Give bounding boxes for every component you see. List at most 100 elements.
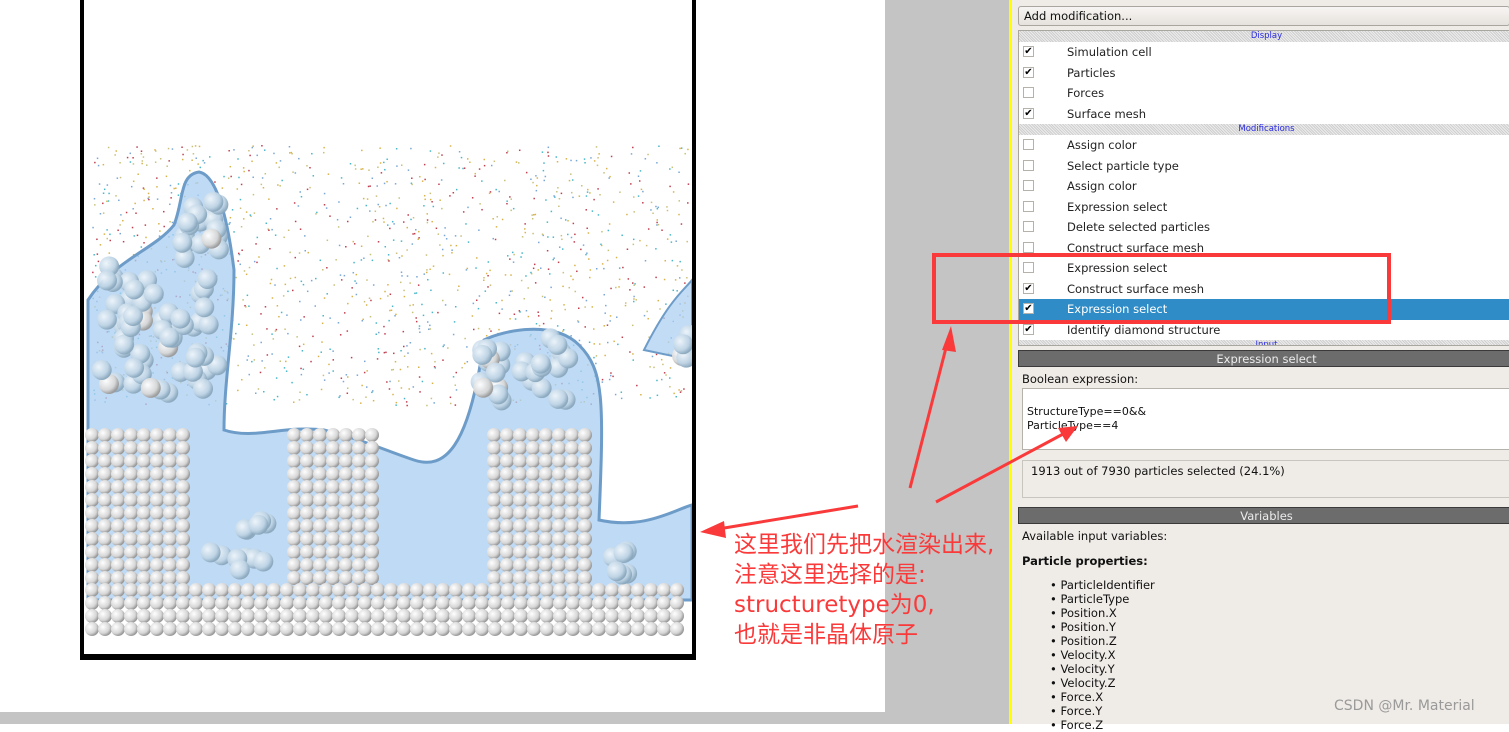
- gas-particle: [339, 395, 341, 397]
- crystal-atom: [592, 583, 606, 597]
- gas-particle: [626, 248, 629, 250]
- crystal-atom: [514, 609, 528, 623]
- crystal-atom: [500, 480, 514, 494]
- gas-particle: [377, 203, 379, 206]
- checkbox[interactable]: ✔: [1023, 323, 1034, 335]
- display-item[interactable]: ✔ Simulation cell: [1019, 42, 1509, 63]
- gas-particle: [442, 345, 444, 348]
- modifier-item[interactable]: Assign color: [1019, 135, 1509, 156]
- display-item[interactable]: ✔ Particles: [1019, 63, 1509, 84]
- gas-particle: [400, 240, 403, 242]
- checkbox[interactable]: [1023, 262, 1034, 273]
- gas-particle: [314, 305, 317, 307]
- gas-particle: [437, 156, 439, 158]
- modifier-item[interactable]: ✔ Identify diamond structure: [1019, 320, 1509, 341]
- gas-particle: [523, 297, 525, 300]
- annotation-line: 注意这里选择的是:: [734, 562, 926, 588]
- checkbox[interactable]: [1023, 221, 1034, 232]
- checkbox[interactable]: ✔: [1023, 282, 1034, 294]
- checkbox[interactable]: ✔: [1023, 303, 1034, 314]
- modifier-item[interactable]: Delete selected particles: [1019, 217, 1509, 238]
- crystal-atom: [605, 596, 619, 610]
- gas-particle: [395, 401, 398, 404]
- gas-particle: [626, 213, 628, 216]
- command-panel: Add modification... Display ✔ Simulation …: [1012, 0, 1509, 732]
- gas-particle: [412, 233, 414, 235]
- crystal-atom: [313, 545, 327, 559]
- variable-item: Velocity.Y: [1050, 662, 1155, 676]
- gas-particle: [539, 267, 542, 269]
- gas-particle: [525, 309, 528, 312]
- modifier-item[interactable]: Construct surface mesh: [1019, 238, 1509, 259]
- expression-input[interactable]: StructureType==0&& ParticleType==4: [1022, 388, 1509, 450]
- crystal-atom: [163, 519, 177, 533]
- gas-particle: [642, 190, 644, 193]
- checkbox[interactable]: [1023, 200, 1034, 212]
- crystal-atom: [150, 532, 164, 546]
- crystal-atom: [526, 467, 540, 481]
- crystal-atom: [565, 454, 579, 468]
- gas-particle: [289, 277, 292, 280]
- checkbox[interactable]: [1023, 180, 1034, 191]
- gas-particle: [418, 230, 420, 233]
- checkbox[interactable]: ✔: [1023, 66, 1034, 78]
- crystal-atom: [578, 571, 592, 585]
- crystal-atom: [150, 493, 164, 507]
- gas-particle: [395, 313, 397, 316]
- gas-particle: [467, 241, 470, 243]
- gas-particle: [347, 302, 349, 305]
- gas-particle: [299, 228, 302, 230]
- gas-particle: [603, 325, 606, 327]
- gas-particle: [228, 223, 230, 225]
- modifier-item[interactable]: Assign color: [1019, 176, 1509, 197]
- modifier-item[interactable]: Expression select: [1019, 197, 1509, 218]
- modifier-item[interactable]: Expression select: [1019, 258, 1509, 279]
- gas-particle: [323, 146, 325, 149]
- crystal-atom: [150, 441, 164, 455]
- display-item[interactable]: ✔ Surface mesh: [1019, 104, 1509, 125]
- checkbox[interactable]: [1023, 159, 1034, 171]
- gas-particle: [229, 221, 231, 224]
- gas-particle: [595, 355, 598, 357]
- checkbox[interactable]: ✔: [1023, 107, 1034, 119]
- checkbox[interactable]: [1023, 241, 1034, 253]
- gas-particle: [396, 207, 398, 210]
- crystal-atom: [326, 441, 340, 455]
- display-item[interactable]: Forces: [1019, 83, 1509, 104]
- crystal-atom: [487, 428, 501, 442]
- gas-particle: [481, 208, 483, 211]
- gas-particle: [604, 312, 606, 314]
- modifier-item[interactable]: ✔ Expression select: [1019, 299, 1509, 320]
- gas-particle: [389, 309, 391, 312]
- gas-particle: [306, 290, 309, 293]
- crystal-atom: [98, 622, 112, 636]
- gas-particle: [298, 345, 301, 348]
- gas-particle: [678, 277, 681, 279]
- gas-particle: [489, 269, 491, 272]
- gas-particle: [408, 388, 410, 390]
- gas-particle: [544, 296, 546, 299]
- crystal-atom: [176, 571, 190, 585]
- gas-particle: [256, 261, 258, 264]
- modifier-item[interactable]: ✔ Construct surface mesh: [1019, 279, 1509, 300]
- modification-pipeline-list[interactable]: Display ✔ Simulation cell ✔ Particles Forces…: [1018, 30, 1509, 346]
- checkbox[interactable]: [1023, 87, 1034, 98]
- crystal-atom: [352, 519, 366, 533]
- gas-particle: [589, 276, 591, 279]
- add-modification-dropdown[interactable]: Add modification...: [1018, 6, 1509, 26]
- gas-particle: [409, 304, 411, 307]
- crystal-atom: [111, 532, 125, 546]
- water-molecule: [198, 314, 219, 335]
- crystal-atom: [526, 519, 540, 533]
- checkbox[interactable]: ✔: [1023, 46, 1034, 57]
- checkbox[interactable]: [1023, 139, 1034, 150]
- crystal-atom: [527, 609, 541, 623]
- crystal-atom: [565, 571, 579, 585]
- gas-particle: [556, 161, 559, 163]
- gas-particle: [252, 193, 255, 196]
- modifier-item[interactable]: Select particle type: [1019, 156, 1509, 177]
- crystal-atom: [384, 583, 398, 597]
- gas-particle: [274, 234, 277, 236]
- gas-particle: [451, 249, 453, 251]
- gas-particle: [424, 347, 426, 350]
